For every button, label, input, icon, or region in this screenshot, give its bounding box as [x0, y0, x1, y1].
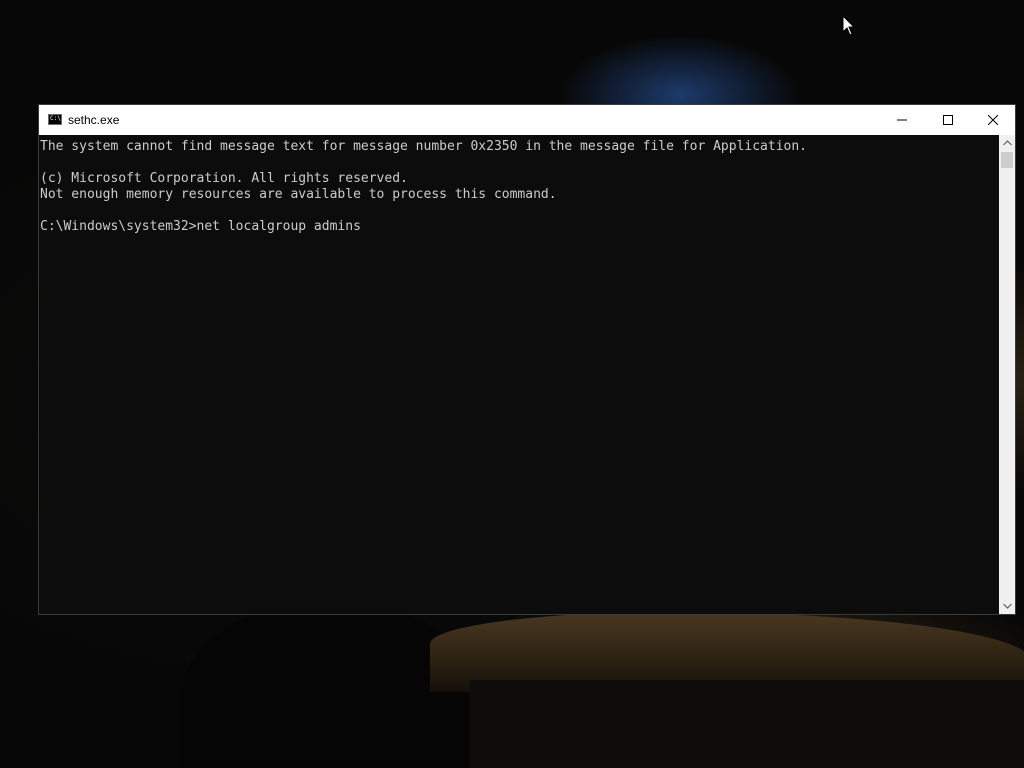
maximize-icon — [943, 115, 953, 125]
console-output[interactable]: The system cannot find message text for … — [39, 135, 999, 614]
title-bar[interactable]: C:\ sethc.exe — [39, 105, 1015, 135]
mouse-cursor-icon — [842, 15, 856, 36]
scroll-up-button[interactable] — [999, 135, 1015, 151]
prompt-glyph: C:\ — [50, 115, 61, 122]
console-line: (c) Microsoft Corporation. All rights re… — [40, 171, 408, 186]
vertical-scrollbar[interactable] — [999, 135, 1015, 614]
wallpaper-shadow — [470, 680, 1024, 768]
console-text: The system cannot find message text for … — [39, 135, 999, 235]
console-line: Not enough memory resources are availabl… — [40, 187, 557, 202]
window-title: sethc.exe — [68, 113, 120, 127]
minimize-icon — [897, 119, 907, 121]
maximize-button[interactable] — [925, 105, 971, 135]
minimize-button[interactable] — [879, 105, 925, 135]
scroll-down-button[interactable] — [999, 598, 1015, 614]
scroll-down-arrow-icon — [1002, 603, 1012, 609]
close-icon — [988, 115, 998, 125]
scroll-up-arrow-icon — [1002, 140, 1012, 146]
desktop-background: C:\ sethc.exe The system cannot find mes… — [0, 0, 1024, 768]
close-button[interactable] — [970, 105, 1016, 135]
console-command-line[interactable]: C:\Windows\system32>net localgroup admin… — [40, 219, 361, 234]
command-prompt-icon: C:\ — [48, 114, 62, 125]
console-line: The system cannot find message text for … — [40, 139, 808, 154]
console-window[interactable]: C:\ sethc.exe The system cannot find mes… — [38, 104, 1016, 615]
scroll-thumb[interactable] — [1001, 152, 1013, 168]
